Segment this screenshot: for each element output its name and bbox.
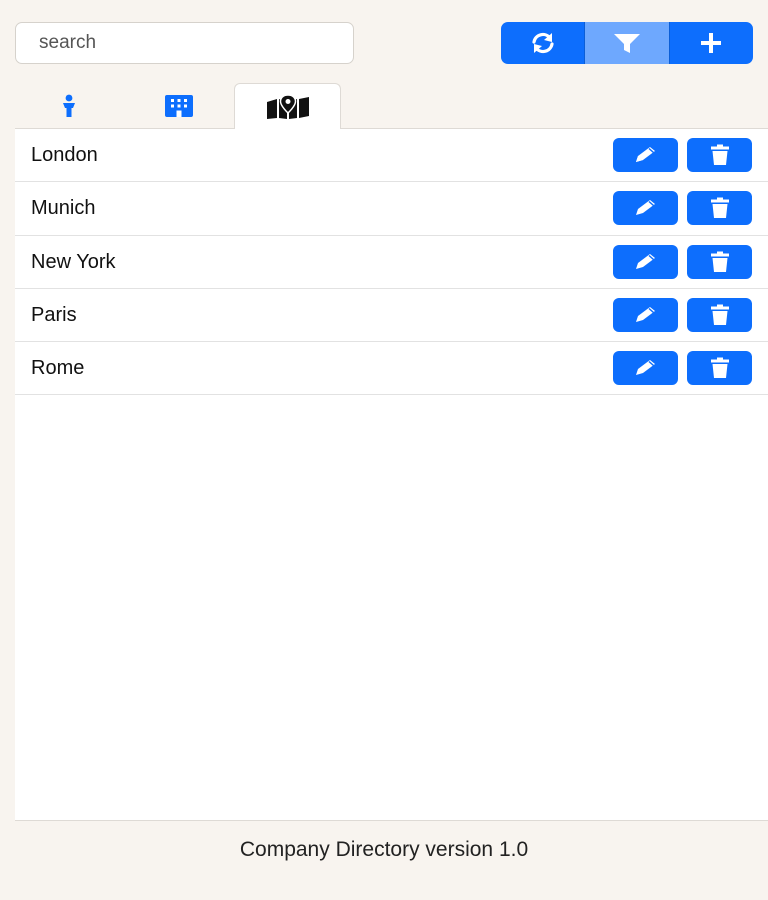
trash-icon [709,197,731,219]
location-name: Rome [31,357,85,380]
delete-button[interactable] [687,297,752,332]
search-input[interactable] [15,22,354,64]
building-icon [164,94,194,118]
add-button[interactable] [668,22,753,64]
list-item[interactable]: Rome [15,342,768,396]
list-item[interactable]: Paris [15,289,768,343]
tab-bar [15,83,768,130]
tab-locations[interactable] [234,83,341,130]
pencil-icon [633,358,659,378]
filter-icon [613,32,641,54]
tab-departments[interactable] [125,83,232,129]
map-location-icon [266,93,310,120]
toolbar-button-group [501,22,753,64]
delete-button[interactable] [687,351,752,386]
filter-button[interactable] [584,22,669,64]
tab-personnel[interactable] [15,83,122,129]
location-name: Paris [31,303,77,326]
location-name: Munich [31,197,96,220]
trash-icon [709,304,731,326]
delete-button[interactable] [687,244,752,279]
location-name: London [31,144,98,166]
pencil-icon [633,145,659,165]
footer-version-text: Company Directory version 1.0 [239,838,529,861]
trash-icon [709,357,731,379]
plus-icon [700,32,722,54]
list-item[interactable]: New York [15,236,768,289]
trash-icon [709,251,731,273]
edit-button[interactable] [613,138,678,172]
refresh-icon [530,32,556,54]
delete-button[interactable] [687,138,752,172]
edit-button[interactable] [613,297,678,332]
list-item[interactable]: London [15,129,768,183]
pencil-icon [633,252,659,272]
person-icon [59,94,79,118]
pencil-icon [633,198,659,218]
refresh-button[interactable] [501,22,585,64]
list-item[interactable]: Munich [15,182,768,236]
location-list: London Munich New York Paris Rome [15,129,768,821]
trash-icon [709,144,731,166]
edit-button[interactable] [613,351,678,386]
delete-button[interactable] [687,191,752,226]
edit-button[interactable] [613,191,678,226]
edit-button[interactable] [613,244,678,279]
pencil-icon [633,305,659,325]
location-name: New York [31,250,116,273]
app: London Munich New York Paris Rome Compan… [0,0,768,900]
